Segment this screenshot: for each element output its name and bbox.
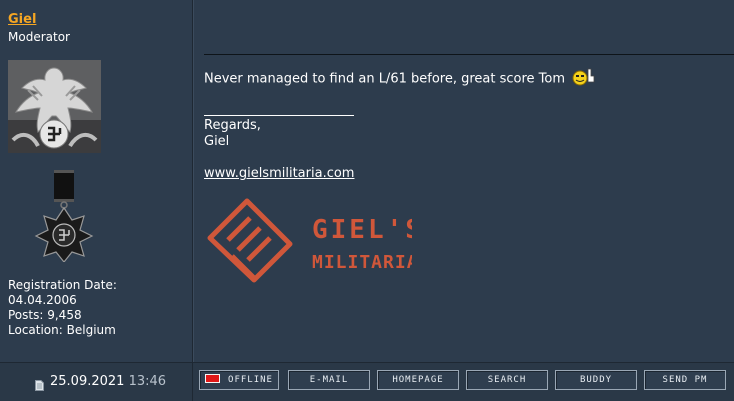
location-label: Location: (8, 323, 63, 337)
post-time: 13:46 (128, 374, 167, 389)
user-rank: Moderator (8, 30, 70, 44)
registration-date-label: Registration Date: (8, 278, 117, 292)
signature-separator (204, 115, 354, 116)
post-date-value: 25.09.2021 (50, 374, 125, 389)
posts-label: Posts: (8, 308, 44, 322)
document-icon (35, 376, 44, 395)
medal-icon (32, 170, 96, 263)
svg-text:MILITARIA: MILITARIA (312, 252, 412, 273)
post-date: 25.09.2021 13:46 (50, 374, 166, 389)
posts-value: 9,458 (47, 308, 82, 322)
email-button[interactable]: E-MAIL (288, 370, 370, 390)
signature-website-link[interactable]: www.gielsmilitaria.com (204, 166, 354, 181)
user-location: Location: Belgium (8, 323, 117, 338)
post-date-cell: 25.09.2021 13:46 (0, 363, 193, 401)
post-footer: 25.09.2021 13:46 OFFLINE E-MAIL HOMEPAGE… (0, 362, 734, 401)
offline-button[interactable]: OFFLINE (199, 370, 279, 390)
post-content: Never managed to find an L/61 before, gr… (193, 0, 734, 362)
homepage-button[interactable]: HOMEPAGE (377, 370, 459, 390)
signature-line-1: Regards, (204, 118, 261, 133)
thumbs-up-smiley-icon (571, 68, 595, 90)
svg-text:GIEL'S: GIEL'S (312, 215, 412, 245)
username-link[interactable]: Giel (8, 12, 36, 27)
post-count: Posts: 9,458 (8, 308, 117, 323)
registration-date: 04.04.2006 (8, 293, 77, 307)
user-sidebar: Giel Moderator Registration Date: 04.04.… (0, 0, 193, 362)
post-message: Never managed to find an L/61 before, gr… (204, 68, 595, 90)
post-message-text: Never managed to find an L/61 before, gr… (204, 71, 566, 87)
signature: Regards, Giel www.gielsmilitaria.com (204, 118, 354, 182)
send-pm-button[interactable]: SEND PM (644, 370, 726, 390)
search-button[interactable]: SEARCH (466, 370, 548, 390)
signature-line-2: Giel (204, 134, 230, 149)
buddy-button[interactable]: BUDDY (555, 370, 637, 390)
forum-post: Giel Moderator Registration Date: 04.04.… (0, 0, 734, 401)
giels-militaria-logo[interactable]: GIEL'S MILITARIA (202, 196, 421, 286)
location-value: Belgium (66, 323, 116, 337)
offline-label: OFFLINE (228, 375, 273, 385)
user-meta: Registration Date: 04.04.2006 Posts: 9,4… (8, 278, 117, 338)
post-divider (204, 54, 734, 55)
offline-status-icon (205, 374, 221, 383)
avatar (8, 60, 101, 153)
